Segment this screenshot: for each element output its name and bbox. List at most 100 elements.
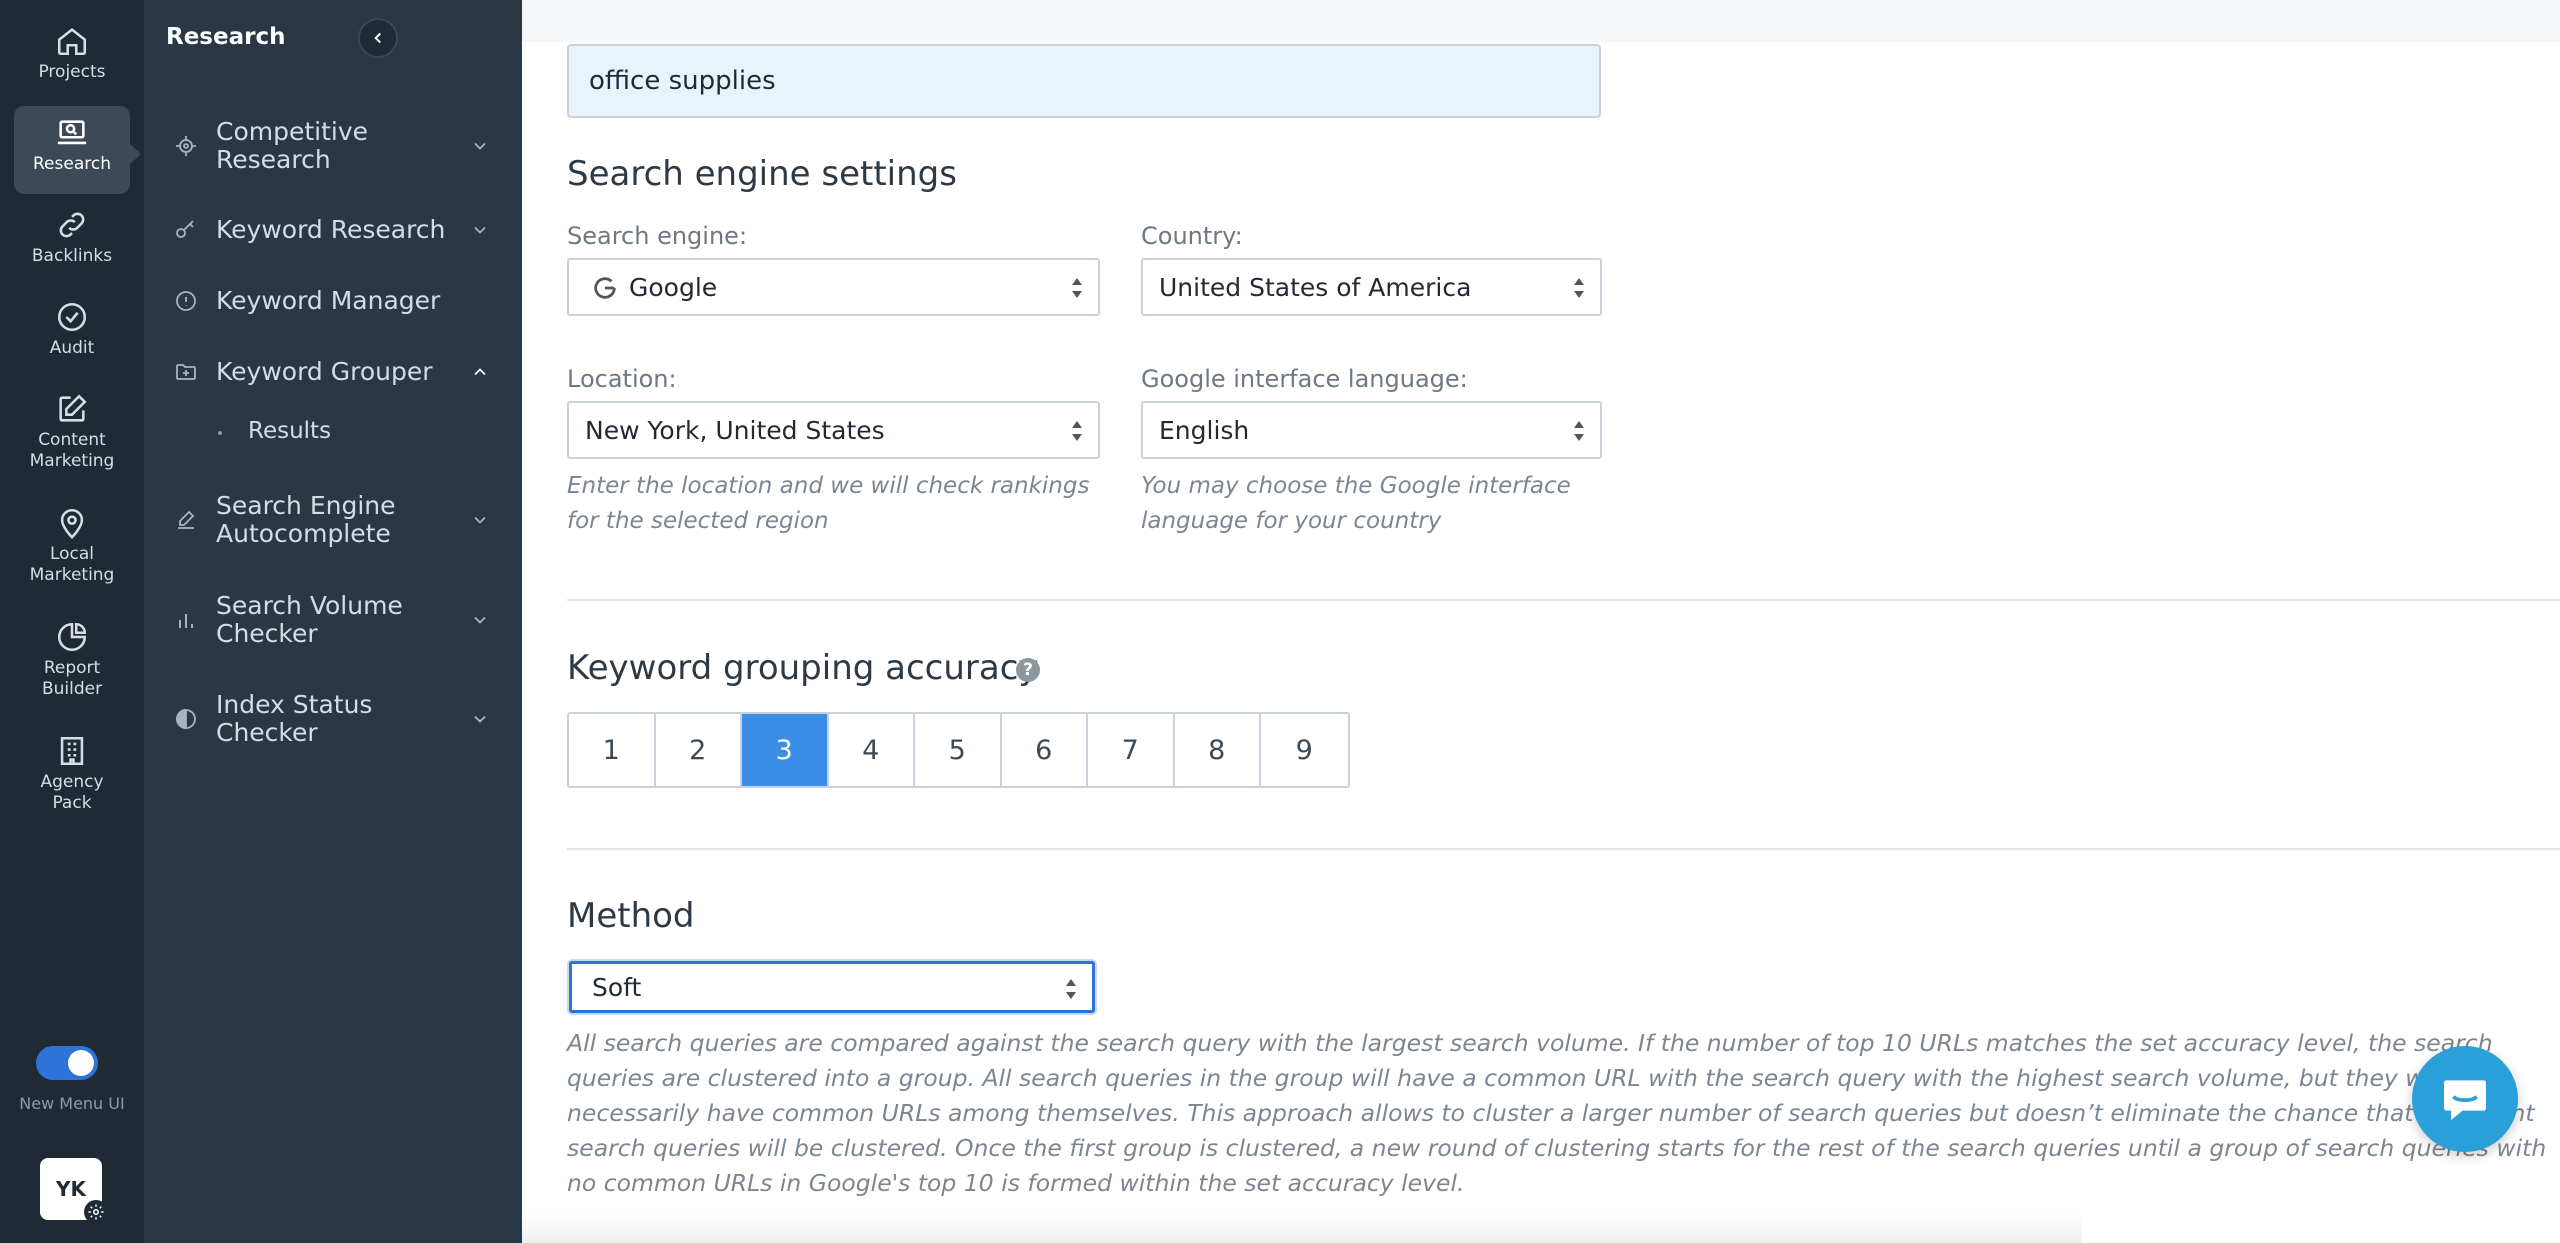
- rail-item-content-marketing[interactable]: Content Marketing: [14, 382, 130, 472]
- link-icon: [59, 212, 85, 238]
- rail-item-audit[interactable]: Audit: [14, 290, 130, 359]
- subitem-dot: [218, 431, 222, 435]
- search-engine-settings-heading: Search engine settings: [567, 154, 957, 194]
- research-menu: Research Competitive Research Keyword Re…: [144, 0, 522, 1243]
- country-label: Country:: [1141, 222, 1243, 250]
- target-icon: [176, 136, 196, 156]
- chevron-down-icon: [474, 616, 486, 624]
- search-engine-label: Search engine:: [567, 222, 748, 250]
- laptop-search-icon: [57, 120, 87, 145]
- method-description: All search queries are compared against …: [567, 1029, 2547, 1197]
- accuracy-option-9[interactable]: 9: [1261, 714, 1348, 786]
- menu-item-competitive-research[interactable]: Competitive Research: [144, 118, 522, 174]
- language-label: Google interface language:: [1141, 365, 1468, 393]
- rail-item-research[interactable]: Research: [14, 106, 141, 194]
- menu-item-keyword-manager[interactable]: Keyword Manager: [144, 286, 522, 316]
- location-label: Location:: [567, 365, 677, 393]
- menu-item-keyword-research[interactable]: Keyword Research: [144, 215, 522, 245]
- top-strip: [522, 0, 2560, 42]
- chevron-up-icon: [474, 368, 486, 376]
- chevron-down-icon: [474, 226, 486, 234]
- chevron-left-icon: [374, 32, 381, 44]
- accuracy-option-3[interactable]: 3: [742, 714, 829, 786]
- menu-item-label: Competitive Research: [216, 117, 369, 174]
- method-select[interactable]: Soft: [569, 961, 1095, 1013]
- select-arrows-icon: [1574, 278, 1584, 298]
- rail-item-local-marketing[interactable]: Local Marketing: [14, 496, 130, 586]
- collapse-menu-button[interactable]: [358, 18, 398, 58]
- pencil-icon: [178, 510, 195, 529]
- location-select[interactable]: New York, United States: [567, 401, 1100, 459]
- menu-item-keyword-grouper[interactable]: Keyword Grouper: [144, 357, 522, 387]
- rail-item-label: Local Marketing: [29, 544, 115, 585]
- country-value: United States of America: [1159, 272, 1472, 302]
- menu-item-search-volume-checker[interactable]: Search Volume Checker: [144, 592, 522, 648]
- keyword-input[interactable]: [567, 44, 1601, 118]
- accuracy-heading: Keyword grouping accuracy: [567, 648, 1039, 688]
- bar-chart-icon: [179, 614, 193, 628]
- accuracy-option-2[interactable]: 2: [655, 714, 742, 786]
- edit-icon: [59, 394, 87, 422]
- key-icon: [176, 220, 194, 238]
- menu-item-label: Keyword Research: [216, 215, 446, 244]
- accuracy-option-8[interactable]: 8: [1174, 714, 1261, 786]
- language-hint: You may choose the Google interface lang…: [1141, 473, 1571, 534]
- icon-rail: Projects Research Backlinks Audit Conten…: [0, 0, 144, 1243]
- map-pin-icon: [60, 508, 84, 539]
- rail-item-label: Audit: [49, 338, 95, 358]
- rail-item-label: Projects: [38, 62, 106, 82]
- building-icon: [60, 736, 84, 766]
- rail-item-label: Content Marketing: [29, 430, 115, 471]
- half-circle-icon: [176, 709, 196, 729]
- menu-title: Research: [166, 24, 286, 50]
- rail-item-label: Agency Pack: [40, 772, 104, 813]
- menu-item-search-engine-autocomplete[interactable]: Search Engine Autocomplete: [144, 492, 522, 548]
- chevron-down-icon: [474, 715, 486, 723]
- section-divider: [567, 599, 2560, 601]
- bottom-shade: [522, 1212, 2082, 1243]
- country-select[interactable]: United States of America: [1141, 258, 1602, 316]
- menu-subitem-results[interactable]: Results: [248, 418, 331, 444]
- menu-item-label: Keyword Grouper: [216, 357, 433, 386]
- accuracy-option-5[interactable]: 5: [915, 714, 1002, 786]
- accuracy-option-6[interactable]: 6: [1001, 714, 1088, 786]
- menu-item-index-status-checker[interactable]: Index Status Checker: [144, 691, 522, 747]
- menu-item-label: Search Engine Autocomplete: [216, 491, 396, 548]
- google-icon: [594, 277, 616, 299]
- chat-button[interactable]: [2412, 1046, 2518, 1152]
- method-heading: Method: [567, 896, 695, 936]
- section-divider: [567, 848, 2560, 850]
- language-value: English: [1159, 415, 1250, 445]
- new-menu-toggle[interactable]: [36, 1046, 98, 1080]
- rail-item-projects[interactable]: Projects: [14, 14, 130, 83]
- home-icon: [57, 28, 87, 56]
- info-circle-icon: [176, 291, 196, 311]
- search-engine-select[interactable]: Google: [567, 258, 1100, 316]
- menu-item-label: Index Status Checker: [216, 690, 373, 747]
- rail-item-report-builder[interactable]: Report Builder: [14, 610, 130, 700]
- menu-item-label: Search Volume Checker: [216, 591, 403, 648]
- language-select[interactable]: English: [1141, 401, 1602, 459]
- help-icon[interactable]: ?: [1016, 658, 1040, 682]
- method-value: Soft: [592, 972, 642, 1002]
- select-arrows-icon: [1072, 421, 1082, 441]
- location-hint: Enter the location and we will check ran…: [567, 473, 1090, 534]
- gear-icon[interactable]: [84, 1200, 108, 1224]
- accuracy-option-7[interactable]: 7: [1088, 714, 1175, 786]
- chevron-down-icon: [474, 516, 486, 524]
- select-arrows-icon: [1066, 979, 1076, 999]
- toggle-label: New Menu UI: [19, 1094, 125, 1113]
- accuracy-option-1[interactable]: 1: [569, 714, 656, 786]
- chat-icon: [2444, 1080, 2486, 1120]
- accuracy-option-4[interactable]: 4: [828, 714, 915, 786]
- accuracy-selector: 1 2 3 4 5 6 7 8 9: [567, 712, 1350, 788]
- pie-chart-icon: [57, 622, 87, 652]
- rail-item-label: Backlinks: [31, 246, 113, 266]
- rail-item-label: Research: [33, 154, 111, 174]
- rail-item-backlinks[interactable]: Backlinks: [14, 198, 130, 267]
- rail-item-label: Report Builder: [41, 658, 103, 699]
- location-value: New York, United States: [585, 415, 885, 445]
- menu-item-label: Keyword Manager: [216, 286, 441, 315]
- rail-item-agency-pack[interactable]: Agency Pack: [14, 724, 130, 814]
- search-engine-value: Google: [629, 272, 718, 302]
